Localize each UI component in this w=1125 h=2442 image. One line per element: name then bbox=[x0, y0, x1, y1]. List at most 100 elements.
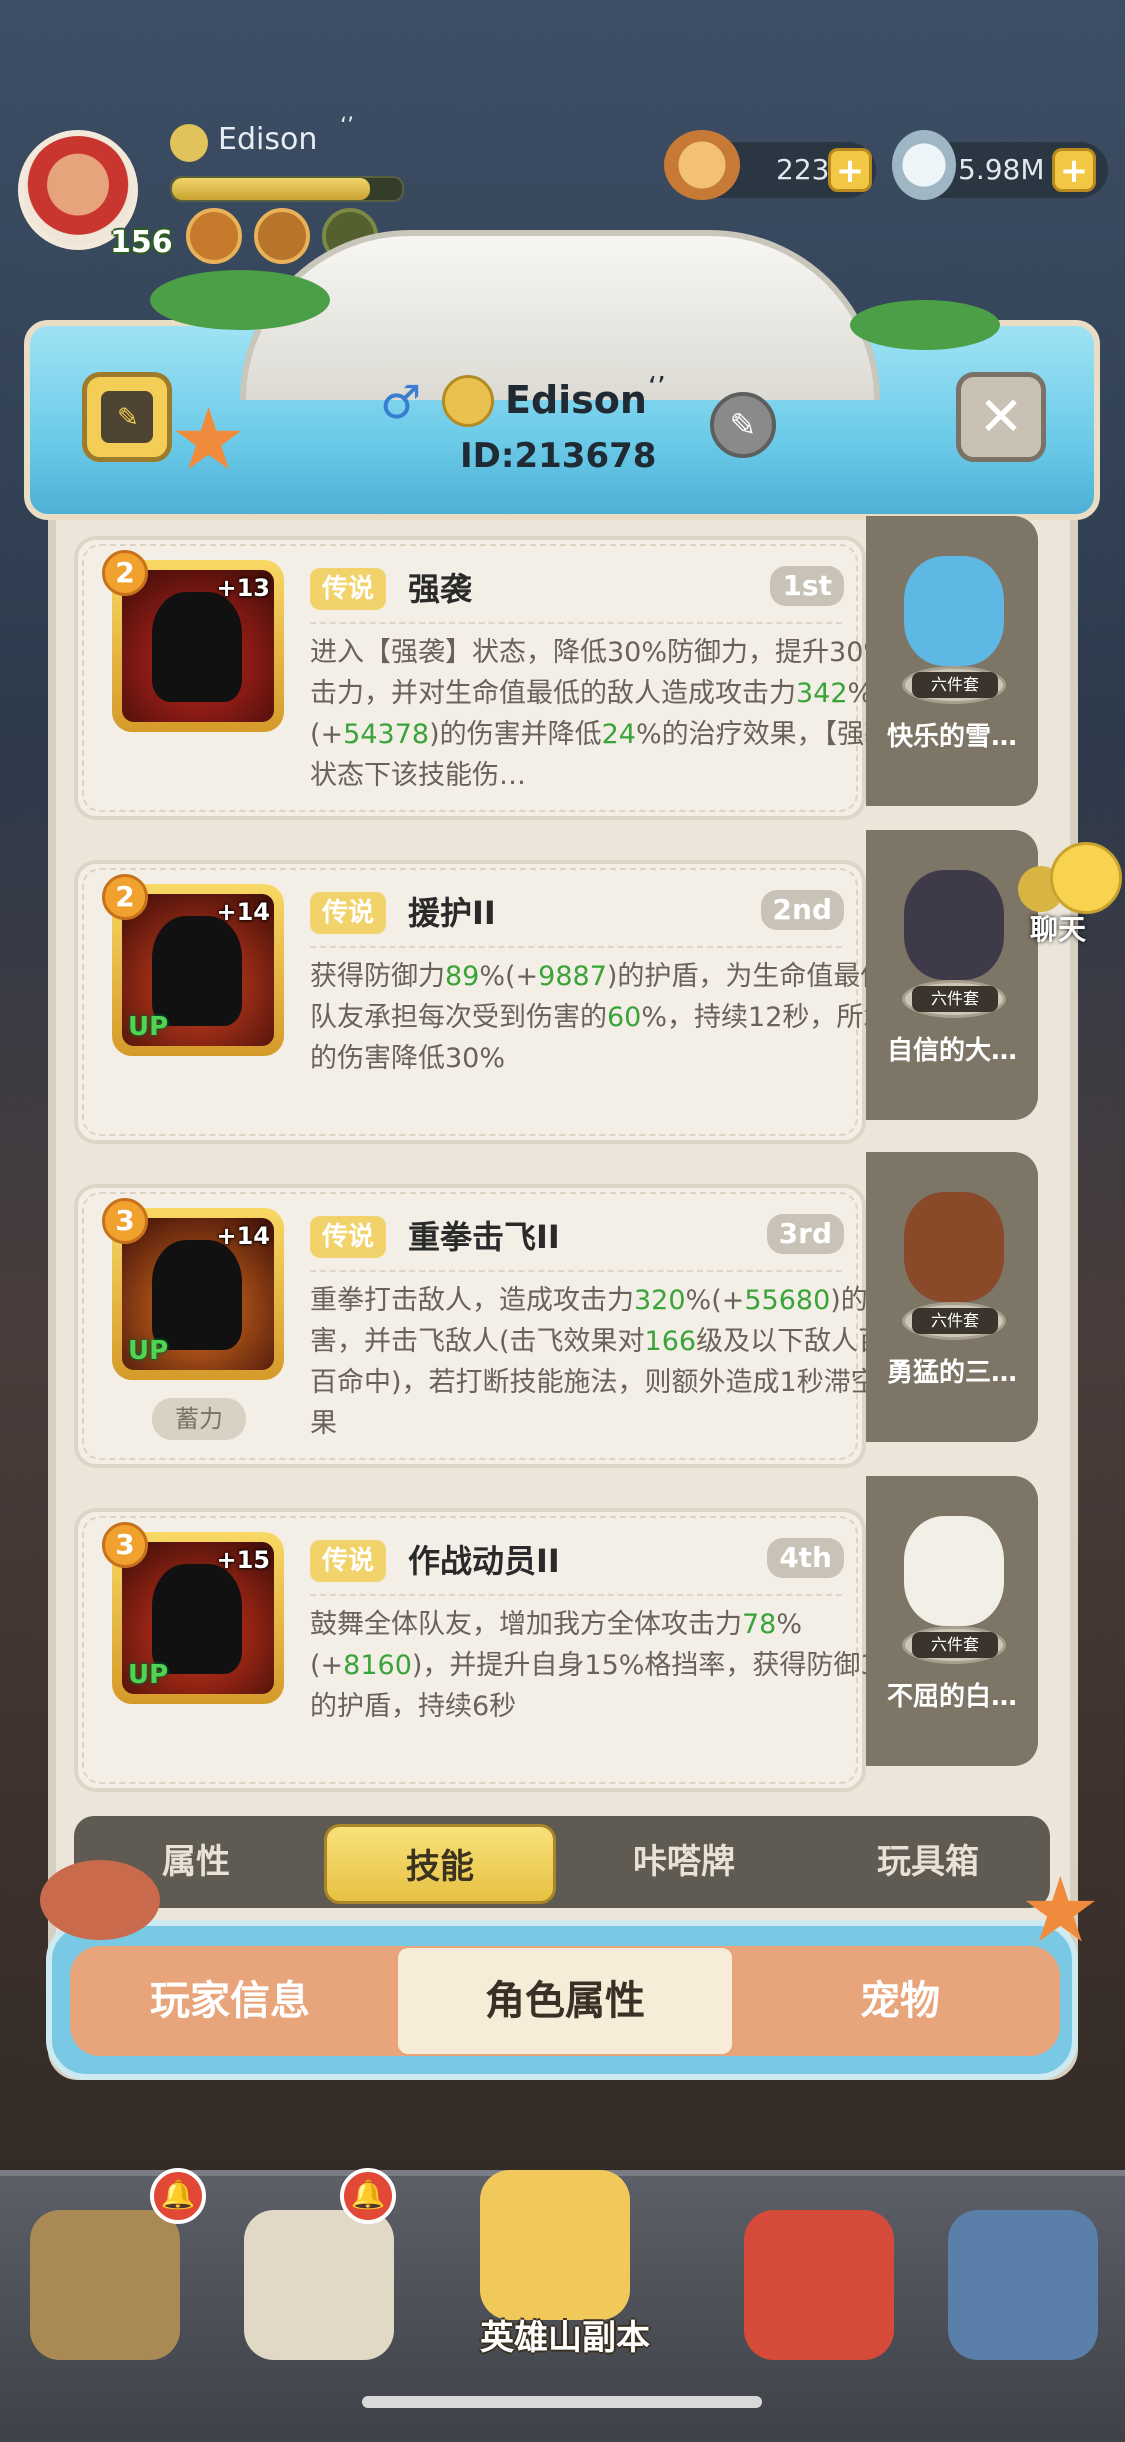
description-text: %(+ bbox=[685, 1285, 745, 1316]
starfish-icon: ★ bbox=[170, 390, 248, 490]
palm-tree-decoration bbox=[850, 300, 1000, 350]
skill-slot-badge: 2nd bbox=[760, 890, 844, 930]
pet-name: 自信的大… bbox=[886, 1036, 1017, 1066]
header-name-suffix: ‘’ bbox=[648, 370, 666, 403]
skill-icon[interactable]: 3 +14 UP bbox=[102, 1198, 284, 1380]
highlight-value: 166 bbox=[644, 1326, 697, 1357]
skill-upgrade-label: UP bbox=[128, 1012, 169, 1042]
skill-icon[interactable]: 3 +15 UP bbox=[102, 1522, 284, 1704]
rarity-tag: 传说 bbox=[310, 892, 387, 934]
add-shell-button[interactable]: + bbox=[828, 148, 872, 192]
nav-hero-mountain-label[interactable]: 英雄山副本 bbox=[450, 2310, 680, 2359]
hud-name-suffix: ‘’ bbox=[340, 114, 354, 139]
skill-level-badge: 3 bbox=[102, 1522, 148, 1568]
notification-bell-icon: 🔔 bbox=[340, 2168, 396, 2224]
nav-hero-mountain-icon[interactable] bbox=[480, 2170, 630, 2320]
highlight-value: 320 bbox=[634, 1285, 686, 1316]
close-button[interactable]: ✕ bbox=[956, 372, 1046, 462]
pet-card[interactable]: 六件套 自信的大… bbox=[866, 830, 1038, 1120]
highlight-value: 60 bbox=[607, 1002, 642, 1033]
buff-badge-icon[interactable] bbox=[254, 208, 310, 264]
tab-pets[interactable]: 宠物 bbox=[750, 1948, 1050, 2054]
pet-card[interactable]: 六件套 不屈的白… bbox=[866, 1476, 1038, 1766]
skill-icon[interactable]: 2 +13 bbox=[102, 550, 284, 732]
silhouette-icon bbox=[152, 1240, 242, 1350]
skill-card[interactable]: 2 +14 UP 传说 援护II 2nd 获得防御力89%(+9887)的护盾，… bbox=[74, 860, 917, 1144]
tab-character-attributes[interactable]: 角色属性 bbox=[398, 1948, 732, 2054]
edit-name-button[interactable]: ✎ bbox=[710, 392, 776, 458]
highlight-value: 24 bbox=[601, 719, 636, 750]
chat-button[interactable] bbox=[1050, 842, 1122, 914]
silhouette-icon bbox=[152, 592, 242, 702]
nav-tribe-icon[interactable] bbox=[30, 2210, 180, 2360]
hermit-crab-decoration bbox=[40, 1860, 160, 1940]
starfish-icon: ★ bbox=[1020, 1858, 1101, 1963]
skill-name: 强袭 bbox=[408, 570, 473, 608]
pet-name: 不屈的白… bbox=[886, 1682, 1017, 1712]
highlight-value: 78 bbox=[742, 1609, 777, 1640]
divider bbox=[310, 946, 842, 948]
pen-icon: ✎ bbox=[117, 403, 139, 433]
emoji-face-icon bbox=[442, 375, 494, 427]
highlight-value: 54378 bbox=[343, 719, 430, 750]
chat-label[interactable]: 聊天 bbox=[1030, 908, 1086, 948]
highlight-value: 8160 bbox=[343, 1650, 412, 1681]
stone-arch-decoration bbox=[240, 230, 880, 400]
male-gender-icon: ♂ bbox=[380, 375, 422, 429]
divider bbox=[310, 622, 842, 624]
shell-currency-value: 223 bbox=[776, 153, 830, 186]
pet-figure bbox=[904, 556, 1004, 666]
description-text: %(+ bbox=[479, 961, 539, 992]
skill-description: 鼓舞全体队友，增加我方全体攻击力78%(+8160)，并提升自身15%格挡率，获… bbox=[310, 1604, 922, 1727]
pet-name: 勇猛的三… bbox=[886, 1358, 1017, 1388]
skill-plus-level: +14 bbox=[216, 1222, 270, 1250]
player-id: ID:213678 bbox=[460, 436, 657, 476]
divider bbox=[310, 1270, 842, 1272]
pet-figure bbox=[904, 870, 1004, 980]
skill-description: 重拳打击敌人，造成攻击力320%(+55680)的伤害，并击飞敌人(击飞效果对1… bbox=[310, 1280, 922, 1444]
pet-figure bbox=[904, 1192, 1004, 1302]
tab-click-cards[interactable]: 咔嗒牌 bbox=[562, 1816, 806, 1908]
divider bbox=[310, 1594, 842, 1596]
pet-card[interactable]: 六件套 勇猛的三… bbox=[866, 1152, 1038, 1442]
header-player-name: Edison bbox=[505, 378, 647, 422]
tab-skills[interactable]: 技能 bbox=[324, 1824, 556, 1904]
skill-card[interactable]: 3 +14 UP 传说 重拳击飞II 3rd 重拳打击敌人，造成攻击力320%(… bbox=[74, 1184, 912, 1468]
rarity-tag: 传说 bbox=[310, 1216, 387, 1258]
skill-upgrade-label: UP bbox=[128, 1336, 169, 1366]
skill-slot-badge: 4th bbox=[767, 1538, 844, 1578]
skill-name: 援护II bbox=[408, 894, 496, 932]
description-text: 获得防御力 bbox=[310, 961, 445, 992]
nav-portal-icon[interactable] bbox=[948, 2210, 1098, 2360]
buff-badge-icon[interactable] bbox=[186, 208, 242, 264]
skill-level-badge: 2 bbox=[102, 550, 148, 596]
skill-upgrade-label: UP bbox=[128, 1660, 169, 1690]
nav-pet-icon[interactable] bbox=[744, 2210, 894, 2360]
tab-player-info[interactable]: 玩家信息 bbox=[80, 1948, 380, 2054]
experience-bar bbox=[170, 176, 404, 202]
skill-charge-label: 蓄力 bbox=[152, 1398, 246, 1440]
add-pearl-button[interactable]: + bbox=[1052, 148, 1096, 192]
skill-description: 获得防御力89%(+9887)的护盾，为生命值最低的队友承担每次受到伤害的60%… bbox=[310, 956, 922, 1079]
highlight-value: 55680 bbox=[744, 1285, 831, 1316]
skill-icon[interactable]: 2 +14 UP bbox=[102, 874, 284, 1056]
skill-card[interactable]: 3 +15 UP 传说 作战动员II 4th 鼓舞全体队友，增加我方全体攻击力7… bbox=[74, 1508, 920, 1792]
pearl-currency-icon bbox=[892, 130, 956, 200]
sub-tab-bar: 属性 技能 咔嗒牌 玩具箱 bbox=[74, 1816, 1050, 1908]
pet-figure bbox=[904, 1516, 1004, 1626]
hud-player-name: Edison bbox=[218, 122, 318, 157]
emoji-face-icon bbox=[170, 124, 208, 162]
skill-plus-level: +15 bbox=[216, 1546, 270, 1574]
change-avatar-button[interactable]: ✎ bbox=[82, 372, 172, 462]
skill-name: 重拳击飞II bbox=[408, 1218, 560, 1256]
pet-card[interactable]: 六件套 快乐的雪… bbox=[866, 516, 1038, 806]
skill-plus-level: +13 bbox=[216, 574, 270, 602]
skill-name: 作战动员II bbox=[408, 1542, 560, 1580]
description-text: 重拳打击敌人，造成攻击力 bbox=[310, 1285, 634, 1316]
skill-slot-badge: 3rd bbox=[766, 1214, 844, 1254]
pet-set-label: 六件套 bbox=[912, 986, 998, 1012]
pet-name: 快乐的雪… bbox=[886, 722, 1017, 752]
tab-toy-box[interactable]: 玩具箱 bbox=[806, 1816, 1050, 1908]
nav-hero-icon[interactable] bbox=[244, 2210, 394, 2360]
skill-card[interactable]: 2 +13 传说 强袭 1st 进入【强袭】状态，降低30%防御力，提升30%攻… bbox=[74, 536, 918, 820]
